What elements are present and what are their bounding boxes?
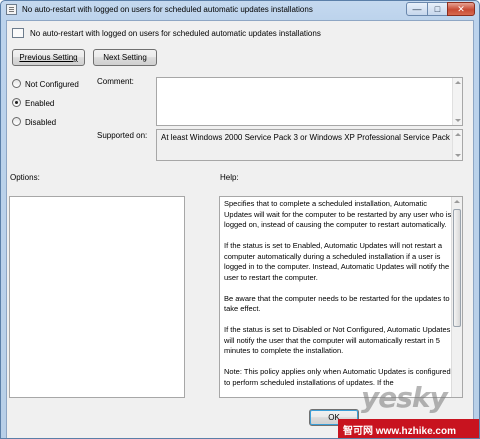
supported-on-label: Supported on: (97, 131, 148, 140)
previous-setting-label: Previous Setting (19, 53, 78, 62)
scroll-up-arrow-icon[interactable] (455, 133, 461, 136)
options-panel (9, 196, 185, 398)
radio-enabled-circle[interactable] (12, 98, 21, 108)
help-paragraph: If the status is set to Enabled, Automat… (224, 241, 450, 282)
help-scrollbar[interactable] (451, 197, 462, 397)
help-panel: Specifies that to complete a scheduled i… (219, 196, 463, 398)
next-setting-button[interactable]: Next Setting (93, 49, 157, 66)
window-title: No auto-restart with logged on users for… (22, 5, 313, 14)
help-scroll-thumb[interactable] (453, 209, 461, 327)
policy-header-title: No auto-restart with logged on users for… (30, 29, 321, 38)
next-setting-label: Next Setting (103, 53, 147, 62)
radio-enabled-label: Enabled (25, 99, 55, 108)
scroll-down-arrow-icon[interactable] (455, 119, 461, 122)
radio-disabled-circle[interactable] (12, 117, 21, 127)
close-button[interactable]: ✕ (447, 2, 475, 16)
dialog-client-area: No auto-restart with logged on users for… (6, 20, 474, 438)
policy-dialog-window: No auto-restart with logged on users for… (0, 0, 480, 439)
radio-disabled[interactable]: Disabled (12, 117, 56, 129)
comment-textarea[interactable] (156, 77, 463, 126)
options-label: Options: (10, 173, 40, 182)
help-text: Specifies that to complete a scheduled i… (224, 199, 452, 397)
policy-setting-icon (12, 28, 24, 38)
title-bar[interactable]: No auto-restart with logged on users for… (1, 1, 479, 19)
comment-scrollbar[interactable] (452, 78, 462, 125)
supported-on-value: At least Windows 2000 Service Pack 3 or … (161, 133, 457, 142)
minimize-button[interactable]: — (406, 2, 428, 16)
site-watermark-text: 智可网 www.hzhike.com (343, 426, 456, 437)
help-label: Help: (220, 173, 239, 182)
policy-document-icon (6, 4, 17, 15)
comment-label: Comment: (97, 77, 134, 86)
scroll-up-arrow-icon[interactable] (455, 81, 461, 84)
scroll-down-arrow-icon[interactable] (455, 154, 461, 157)
maximize-button[interactable]: □ (427, 2, 448, 16)
supported-scrollbar[interactable] (452, 130, 462, 160)
site-watermark-bar: 智可网 www.hzhike.com (338, 419, 479, 438)
radio-not-configured[interactable]: Not Configured (12, 79, 79, 91)
help-paragraph: Specifies that to complete a scheduled i… (224, 199, 452, 229)
yesky-watermark-logo: yesky (361, 381, 448, 414)
help-paragraph: If the status is set to Disabled or Not … (224, 325, 451, 355)
radio-enabled[interactable]: Enabled (12, 98, 54, 110)
supported-on-field: At least Windows 2000 Service Pack 3 or … (156, 129, 463, 161)
radio-not-configured-circle[interactable] (12, 79, 21, 89)
radio-disabled-label: Disabled (25, 118, 57, 127)
help-paragraph: Be aware that the computer needs to be r… (224, 293, 450, 314)
previous-setting-button[interactable]: Previous Setting (12, 49, 85, 66)
scroll-up-arrow-icon[interactable] (454, 200, 460, 203)
radio-not-configured-label: Not Configured (25, 80, 79, 89)
